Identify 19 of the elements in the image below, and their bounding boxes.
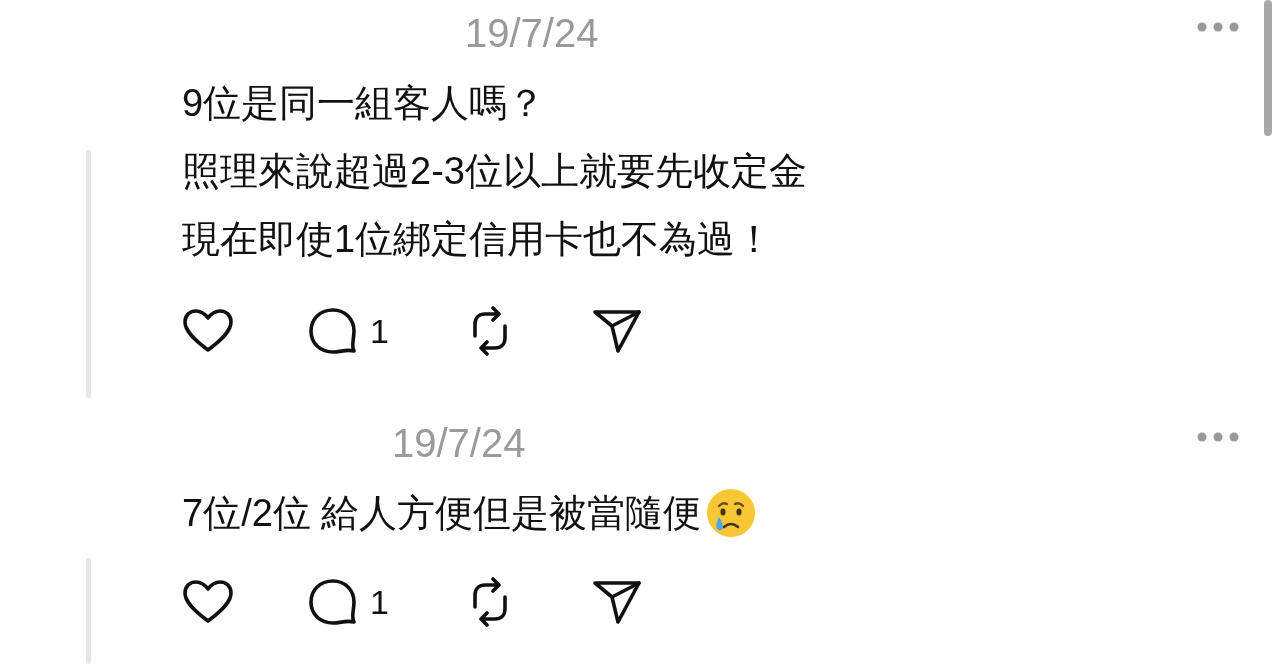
post-text: 現在即使1位綁定信用卡也不為過！: [182, 217, 774, 262]
speech-bubble-icon: [308, 578, 358, 626]
heart-icon: [182, 308, 234, 354]
send-icon: [592, 579, 642, 625]
post-date: 19/7/24: [392, 420, 527, 467]
post-text: 7位/2位 給人方便但是被當隨便: [182, 491, 702, 536]
share-button[interactable]: [592, 308, 642, 354]
post-text: 9位是同一組客人嗎？: [182, 81, 546, 126]
more-icon[interactable]: [1197, 22, 1239, 32]
post-date: 19/7/24: [465, 10, 600, 57]
post-text: 照理來說超過2-3位以上就要先收定金: [182, 149, 807, 194]
speech-bubble-icon: [308, 307, 358, 355]
more-icon[interactable]: [1197, 432, 1239, 442]
heart-icon: [182, 579, 234, 625]
reply-button[interactable]: 1: [308, 307, 465, 355]
share-button[interactable]: [592, 579, 642, 625]
reply-button[interactable]: 1: [308, 578, 465, 626]
send-icon: [592, 308, 642, 354]
scrollbar[interactable]: [1264, 0, 1272, 136]
